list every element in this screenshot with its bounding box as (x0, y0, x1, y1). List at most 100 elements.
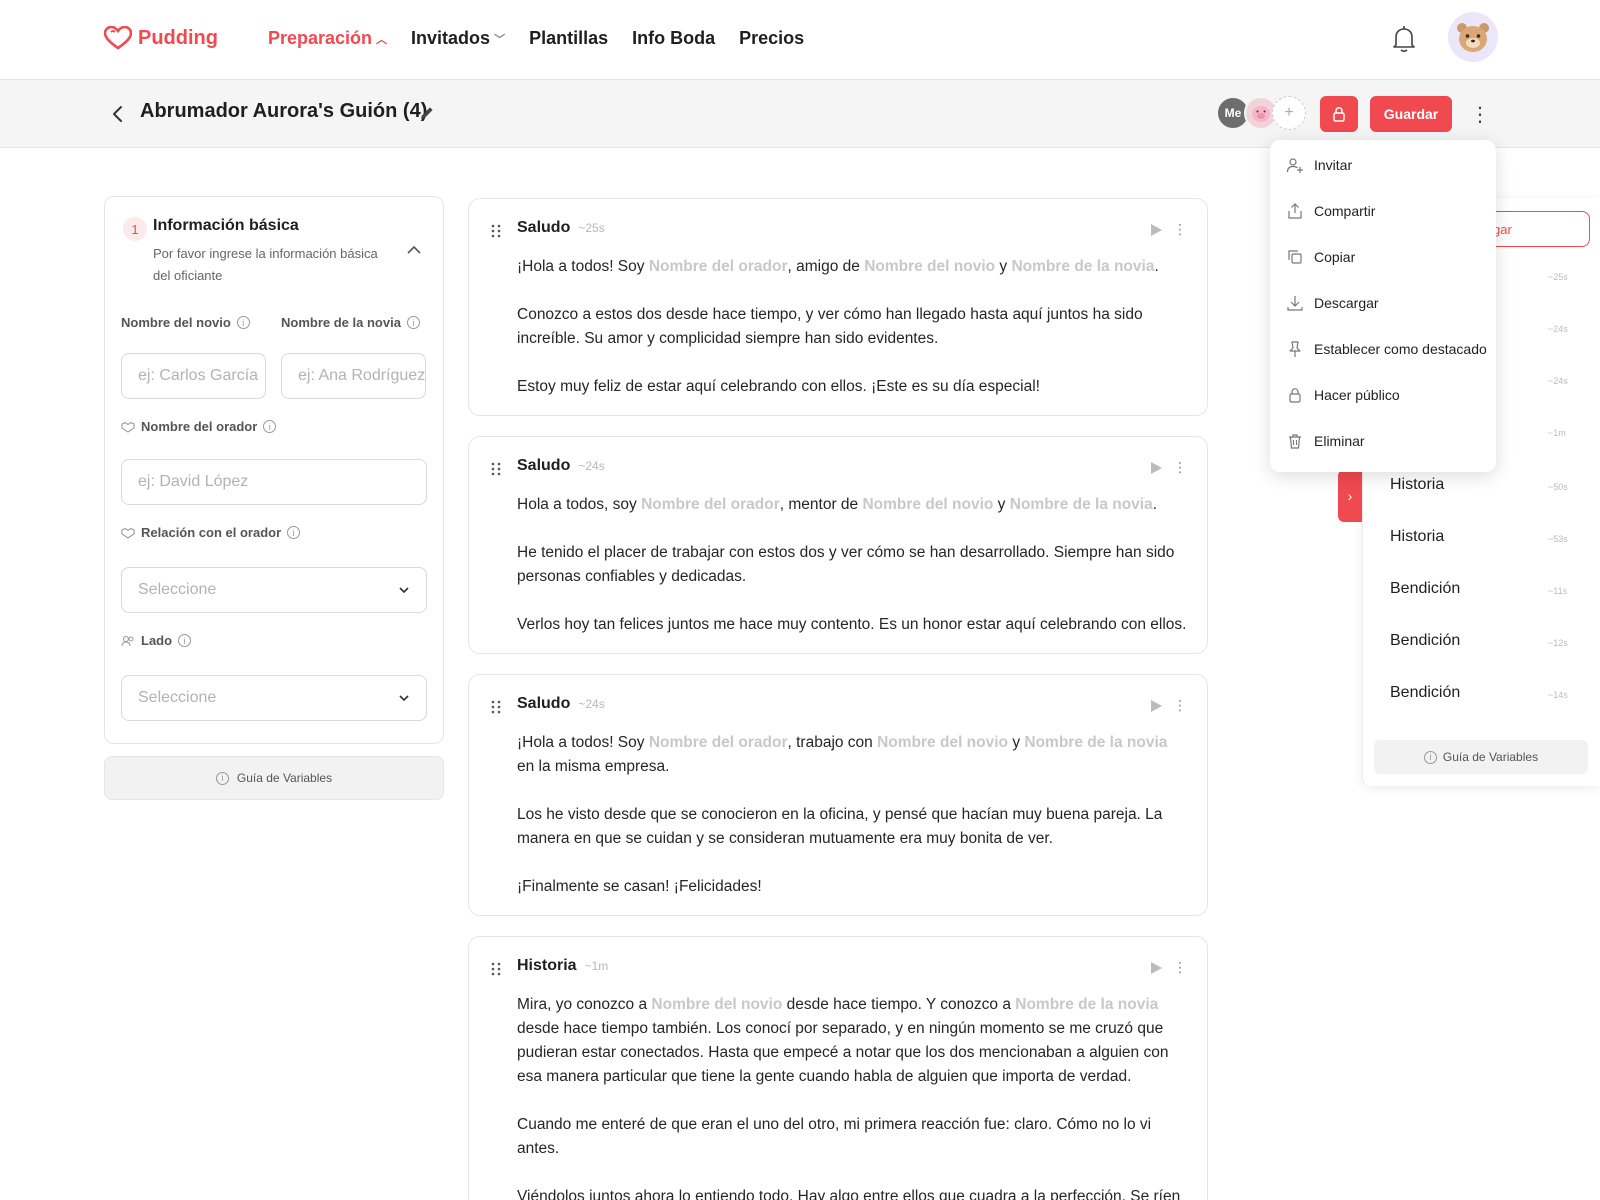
sidebar-variables-guide-button[interactable]: i Guía de Variables (1374, 740, 1588, 774)
sidebar-section-item[interactable]: Historia (1390, 528, 1444, 546)
handshake-icon (121, 421, 135, 433)
drag-handle-icon[interactable] (489, 223, 503, 239)
add-collaborator-button[interactable]: + (1272, 96, 1306, 130)
menu-item-descargar[interactable]: Descargar (1286, 294, 1379, 312)
relation-label: Relación con el orador i (121, 525, 301, 540)
section-duration: ~12s (1548, 638, 1568, 648)
brand-logo[interactable]: Pudding (104, 26, 218, 50)
vertical-dots-icon: ⋮ (1470, 103, 1490, 126)
chevron-up-icon[interactable] (405, 241, 423, 259)
side-select[interactable]: Seleccione (121, 675, 427, 721)
top-navbar: Pudding Preparación ︿ Invitados ﹀ Planti… (0, 0, 1600, 80)
brand-name: Pudding (138, 26, 218, 49)
pencil-icon[interactable] (418, 104, 436, 122)
card-body: ¡Hola a todos! Soy Nombre del orador, am… (517, 255, 1187, 399)
section-duration: ~11s (1548, 586, 1568, 596)
play-icon[interactable] (1149, 223, 1163, 237)
menu-item-label: Hacer público (1314, 387, 1400, 403)
side-select-value: Seleccione (138, 689, 217, 706)
nav-item-info-boda[interactable]: Info Boda (632, 28, 715, 49)
menu-item-copiar[interactable]: Copiar (1286, 248, 1355, 266)
nav-label: Precios (739, 28, 805, 48)
nav-item-invitados[interactable]: Invitados ﹀ (411, 28, 505, 49)
info-icon[interactable]: i (263, 420, 277, 433)
card-title: Saludo ~24s (517, 695, 605, 713)
section-duration: ~53s (1548, 534, 1568, 544)
section-title: Información básica (153, 217, 299, 234)
nav-item-plantillas[interactable]: Plantillas (529, 28, 608, 49)
play-icon[interactable] (1149, 961, 1163, 975)
groom-name-label: Nombre del novio i (121, 315, 250, 330)
card-title-text: Saludo (517, 695, 571, 712)
more-options-button[interactable]: ⋮ (1468, 100, 1492, 128)
card-body: Mira, yo conozco a Nombre del novio desd… (517, 993, 1187, 1200)
info-icon[interactable]: i (406, 316, 420, 329)
groom-label-text: Nombre del novio (121, 315, 231, 330)
section-duration: ~50s (1548, 482, 1568, 492)
speaker-name-input[interactable]: ej: David López (121, 459, 427, 505)
pig-avatar-icon (1252, 106, 1270, 122)
sidebar-section-item[interactable]: Bendición (1390, 580, 1460, 598)
menu-item-hacer-publico[interactable]: Hacer público (1286, 386, 1400, 404)
variables-guide-button[interactable]: i Guía de Variables (104, 756, 444, 800)
nav-label: Invitados (411, 28, 491, 48)
info-icon[interactable]: i (236, 316, 250, 329)
groom-name-input[interactable]: ej: Carlos García (121, 353, 266, 399)
sidebar-section-item[interactable]: Bendición (1390, 632, 1460, 650)
script-card: Saludo ~25s ⋮ ¡Hola a todos! Soy Nombre d… (468, 198, 1208, 416)
page-title: Abrumador Aurora's Guión (4) (140, 100, 428, 122)
relation-label-text: Relación con el orador (141, 525, 282, 540)
menu-item-invitar[interactable]: Invitar (1286, 156, 1352, 174)
play-icon[interactable] (1149, 699, 1163, 713)
script-card: Saludo ~24s ⋮ ¡Hola a todos! Soy Nombre d… (468, 674, 1208, 916)
card-body: Hola a todos, soy Nombre del orador, men… (517, 493, 1187, 637)
card-title: Saludo ~24s (517, 457, 605, 475)
speaker-name-label: Nombre del orador i (121, 419, 277, 434)
sidebar-section-item[interactable]: Historia (1390, 476, 1444, 494)
lock-button[interactable] (1320, 96, 1358, 132)
card-body: ¡Hola a todos! Soy Nombre del orador, tr… (517, 731, 1187, 899)
section-duration: ~25s (1548, 272, 1568, 282)
nav-item-precios[interactable]: Precios (739, 28, 804, 49)
drag-handle-icon[interactable] (489, 461, 503, 477)
drag-handle-icon[interactable] (489, 961, 503, 977)
chevron-right-icon: › (1347, 488, 1353, 504)
info-icon[interactable]: i (178, 634, 192, 647)
menu-item-compartir[interactable]: Compartir (1286, 202, 1375, 220)
save-button[interactable]: Guardar (1370, 96, 1452, 132)
bride-name-input[interactable]: ej: Ana Rodríguez (281, 353, 426, 399)
variable-tag: Nombre del orador (648, 258, 788, 275)
side-label: Lado i (121, 633, 192, 648)
card-duration: ~24s (578, 697, 605, 711)
user-avatar[interactable] (1448, 12, 1498, 62)
card-more-button[interactable]: ⋮ (1173, 457, 1187, 477)
info-icon: i (1423, 750, 1437, 764)
section-duration: ~1m (1548, 428, 1566, 438)
variable-tag: Nombre de la novia (1009, 496, 1153, 513)
card-more-button[interactable]: ⋮ (1173, 957, 1187, 977)
card-more-button[interactable]: ⋮ (1173, 219, 1187, 239)
collaborators: Me + (1216, 96, 1306, 130)
trash-icon (1289, 434, 1301, 449)
heart-logo-icon (104, 26, 132, 50)
drag-handle-icon[interactable] (489, 699, 503, 715)
menu-item-eliminar[interactable]: Eliminar (1286, 432, 1365, 450)
lock-icon (1289, 388, 1301, 403)
play-icon[interactable] (1149, 461, 1163, 475)
nav-item-preparacion[interactable]: Preparación ︿ (268, 28, 387, 49)
menu-item-destacado[interactable]: Establecer como destacado (1286, 340, 1487, 358)
sidebar-toggle-button[interactable]: › (1338, 470, 1362, 522)
script-header: Abrumador Aurora's Guión (4) Me + Guarda… (0, 80, 1600, 148)
menu-item-label: Establecer como destacado (1314, 341, 1487, 357)
download-icon (1287, 296, 1303, 311)
relation-select[interactable]: Seleccione (121, 567, 427, 613)
sidebar-section-item[interactable]: Bendición (1390, 684, 1460, 702)
card-more-button[interactable]: ⋮ (1173, 695, 1187, 715)
user-plus-icon (1286, 158, 1303, 173)
back-arrow-icon[interactable] (108, 102, 128, 126)
variable-tag: Nombre de la novia (1011, 258, 1155, 275)
variable-tag: Nombre del novio (877, 734, 1009, 751)
bell-icon[interactable] (1390, 24, 1418, 54)
paragraph: ¡Finalmente se casan! ¡Felicidades! (517, 878, 762, 895)
info-icon[interactable]: i (287, 526, 301, 539)
